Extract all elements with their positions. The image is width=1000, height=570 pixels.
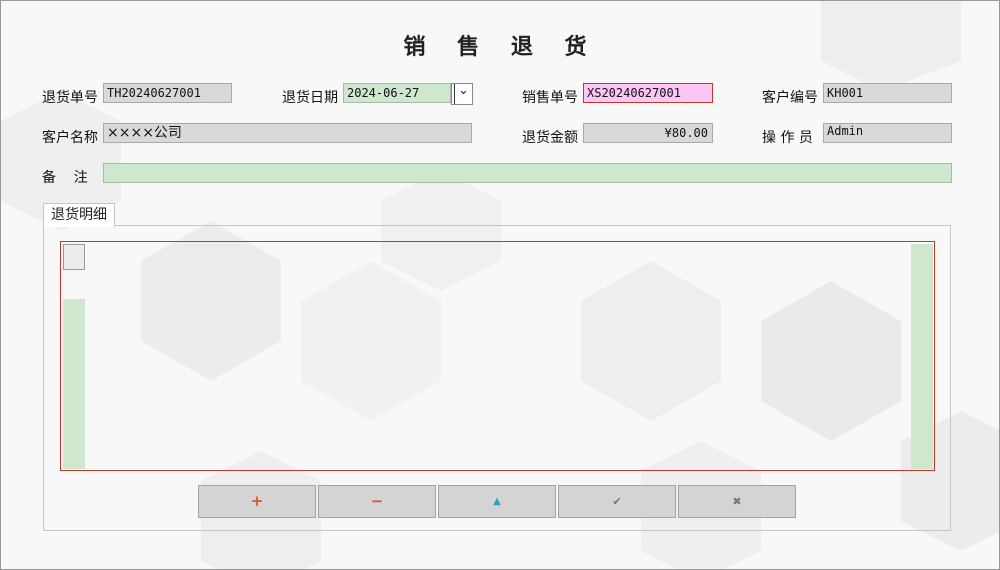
customer-no-field[interactable]: KH001 [823,83,952,103]
plus-icon: + [250,492,264,510]
check-icon: ✔ [612,495,622,508]
app-window: 销 售 退 货 退货单号 TH20240627001 退货日期 2024-06-… [0,0,1000,570]
details-grid[interactable] [60,241,935,471]
customer-name-field[interactable]: ××××公司 [103,123,472,143]
return-no-field[interactable]: TH20240627001 [103,83,232,103]
triangle-up-icon: ▲ [493,496,501,507]
customer-name-label: 客户名称 [42,130,98,146]
grid-corner-cell[interactable] [63,244,85,270]
sales-no-label: 销售单号 [522,90,578,106]
add-row-button[interactable]: + [198,485,316,518]
operator-label: 操 作 员 [762,130,813,146]
chevron-down-icon: ⌄ [458,83,469,98]
sales-no-field[interactable]: XS20240627001 [583,83,713,103]
move-up-button[interactable]: ▲ [438,485,556,518]
tab-return-details[interactable]: 退货明细 [43,203,115,227]
page-title: 销 售 退 货 [403,34,599,60]
operator-field: Admin [823,123,952,143]
grid-vertical-scrollbar[interactable] [911,244,933,469]
cancel-button[interactable]: ✖ [678,485,796,518]
close-icon: ✖ [732,495,742,508]
date-picker-button[interactable]: ⌄ [451,83,473,105]
return-date-field[interactable]: 2024-06-27 [343,83,451,103]
date-picker-divider [454,84,455,104]
return-amount-label: 退货金额 [522,130,578,146]
remove-row-button[interactable]: − [318,485,436,518]
customer-no-label: 客户编号 [762,90,818,106]
return-amount-field: ¥80.00 [583,123,713,143]
grid-row-header [63,299,85,469]
remarks-label: 备 注 [42,170,88,186]
return-date-label: 退货日期 [282,90,338,106]
remarks-field[interactable] [103,163,952,183]
confirm-button[interactable]: ✔ [558,485,676,518]
return-no-label: 退货单号 [42,90,98,106]
minus-icon: − [370,492,384,510]
